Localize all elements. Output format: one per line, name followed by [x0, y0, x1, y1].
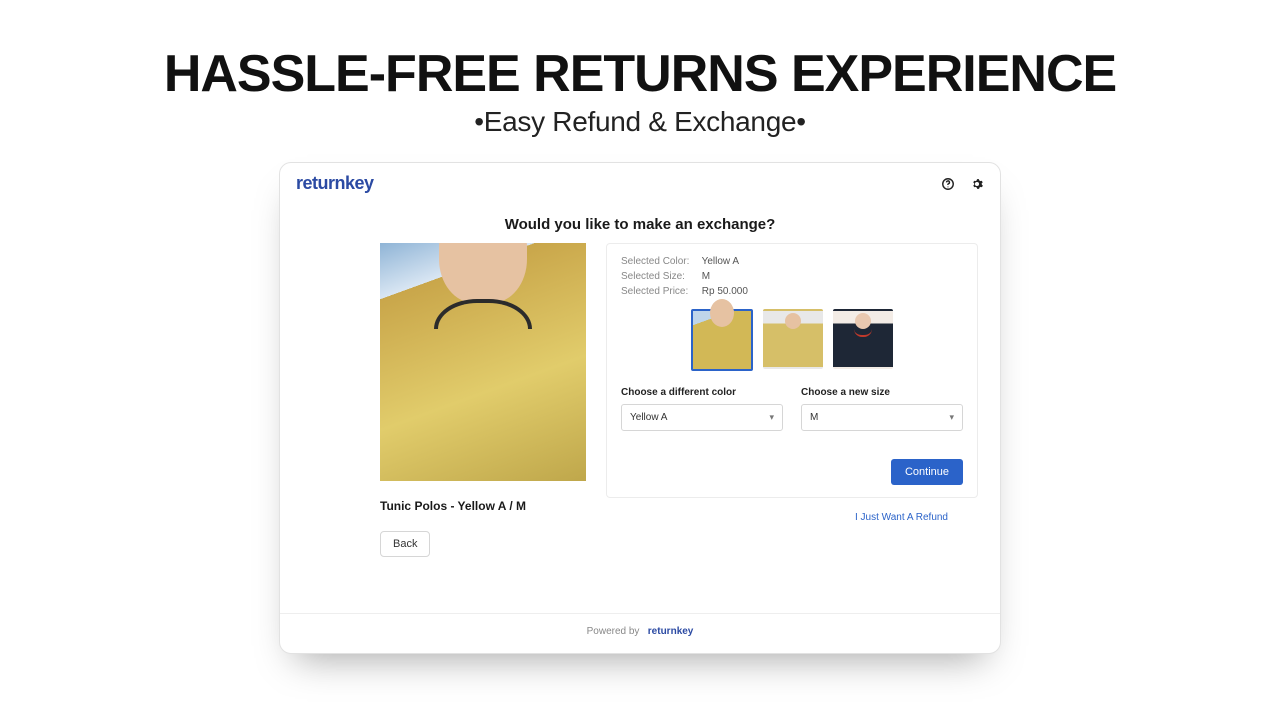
product-column: Tunic Polos - Yellow A / M Back	[380, 243, 586, 557]
app-header: returnkey	[280, 163, 1000, 202]
meta-color: Selected Color: Yellow A	[621, 256, 963, 267]
brand-logo: returnkey	[296, 173, 374, 194]
continue-button[interactable]: Continue	[891, 459, 963, 485]
size-select-group: Choose a new size M ▾	[801, 387, 963, 431]
selectors-row: Choose a different color Yellow A ▾ Choo…	[621, 387, 963, 431]
app-window: returnkey Would you like to make an exch…	[279, 162, 1001, 654]
size-select-label: Choose a new size	[801, 387, 963, 398]
color-select-value: Yellow A	[630, 412, 667, 423]
product-image	[380, 243, 586, 481]
color-select-label: Choose a different color	[621, 387, 783, 398]
variant-thumb-yellow-a[interactable]	[691, 309, 753, 371]
chevron-down-icon: ▾	[949, 412, 954, 423]
meta-price-value: Rp 50.000	[702, 286, 748, 297]
header-actions	[940, 176, 984, 191]
footer-brand: returnkey	[648, 626, 694, 637]
hero-subtitle: •Easy Refund & Exchange•	[0, 106, 1280, 138]
footer-powered: Powered by	[587, 626, 640, 637]
meta-size-value: M	[702, 271, 710, 282]
app-footer: Powered by returnkey	[280, 613, 1000, 653]
variant-thumb-navy[interactable]	[833, 309, 893, 369]
exchange-card: Selected Color: Yellow A Selected Size: …	[606, 243, 978, 498]
size-select-value: M	[810, 412, 818, 423]
meta-color-value: Yellow A	[702, 256, 739, 267]
content-row: Tunic Polos - Yellow A / M Back Selected…	[280, 243, 1000, 567]
exchange-column: Selected Color: Yellow A Selected Size: …	[606, 243, 978, 523]
refund-row: I Just Want A Refund	[606, 512, 978, 523]
variant-thumbnails	[621, 309, 963, 371]
marketing-hero: HASSLE-FREE RETURNS EXPERIENCE •Easy Ref…	[0, 0, 1280, 138]
meta-price: Selected Price: Rp 50.000	[621, 286, 963, 297]
meta-size: Selected Size: M	[621, 271, 963, 282]
product-title: Tunic Polos - Yellow A / M	[380, 499, 586, 513]
size-select[interactable]: M ▾	[801, 404, 963, 431]
color-select[interactable]: Yellow A ▾	[621, 404, 783, 431]
brand-part-1: return	[296, 173, 345, 193]
hero-title: HASSLE-FREE RETURNS EXPERIENCE	[0, 48, 1280, 100]
gear-icon[interactable]	[969, 176, 984, 191]
variant-thumb-yellow-b[interactable]	[763, 309, 823, 369]
chevron-down-icon: ▾	[769, 412, 774, 423]
meta-size-label: Selected Size:	[621, 271, 699, 282]
back-button[interactable]: Back	[380, 531, 430, 557]
refund-link[interactable]: I Just Want A Refund	[855, 512, 952, 523]
page-heading: Would you like to make an exchange?	[280, 202, 1000, 243]
color-select-group: Choose a different color Yellow A ▾	[621, 387, 783, 431]
meta-color-label: Selected Color:	[621, 256, 699, 267]
brand-part-2: key	[345, 173, 374, 193]
help-icon[interactable]	[940, 176, 955, 191]
meta-price-label: Selected Price:	[621, 286, 699, 297]
